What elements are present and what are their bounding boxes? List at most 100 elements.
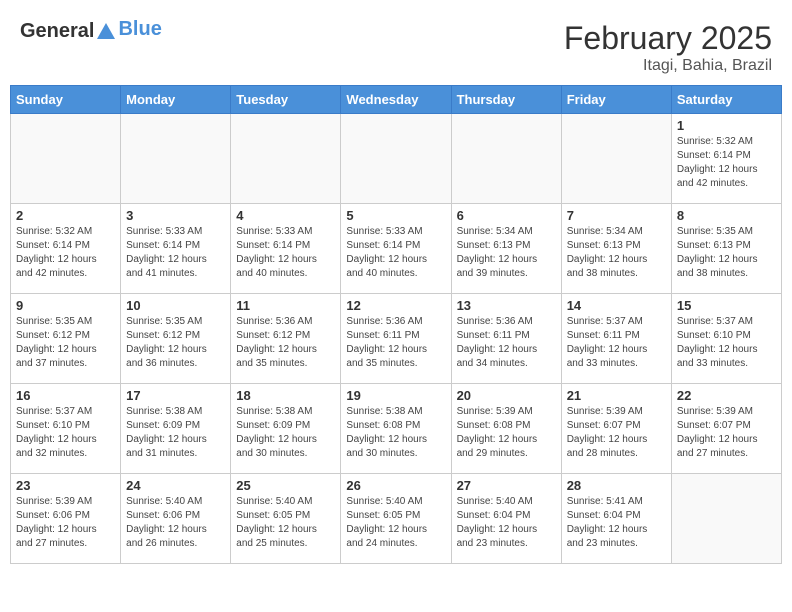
day-info: Sunrise: 5:34 AM Sunset: 6:13 PM Dayligh… <box>457 225 556 281</box>
day-info: Sunrise: 5:37 AM Sunset: 6:11 PM Dayligh… <box>567 315 666 371</box>
day-number: 17 <box>126 388 225 403</box>
calendar-cell: 16 Sunrise: 5:37 AM Sunset: 6:10 PM Dayli… <box>11 384 121 474</box>
day-number: 9 <box>16 298 115 313</box>
calendar-cell: 7 Sunrise: 5:34 AM Sunset: 6:13 PM Daylig… <box>561 204 671 294</box>
calendar-cell <box>121 114 231 204</box>
day-number: 5 <box>346 208 445 223</box>
calendar-cell: 22Sunrise: 5:39 AM Sunset: 6:07 PM Dayli… <box>671 384 781 474</box>
calendar-cell <box>231 114 341 204</box>
day-info: Sunrise: 5:36 AM Sunset: 6:12 PM Dayligh… <box>236 315 335 371</box>
logo-blue: Blue <box>118 18 161 40</box>
day-info: Sunrise: 5:35 AM Sunset: 6:12 PM Dayligh… <box>126 315 225 371</box>
day-info: Sunrise: 5:40 AM Sunset: 6:05 PM Dayligh… <box>236 495 335 551</box>
location-subtitle: Itagi, Bahia, Brazil <box>564 57 772 75</box>
day-number: 25 <box>236 478 335 493</box>
day-number: 19 <box>346 388 445 403</box>
calendar-cell: 8 Sunrise: 5:35 AM Sunset: 6:13 PM Daylig… <box>671 204 781 294</box>
calendar-week-row: 23Sunrise: 5:39 AM Sunset: 6:06 PM Dayli… <box>11 474 782 564</box>
day-info: Sunrise: 5:35 AM Sunset: 6:12 PM Dayligh… <box>16 315 115 371</box>
calendar-cell: 17 Sunrise: 5:38 AM Sunset: 6:09 PM Dayli… <box>121 384 231 474</box>
calendar-cell: 13Sunrise: 5:36 AM Sunset: 6:11 PM Dayli… <box>451 294 561 384</box>
calendar-cell: 2 Sunrise: 5:32 AM Sunset: 6:14 PM Daylig… <box>11 204 121 294</box>
calendar-cell: 4 Sunrise: 5:33 AM Sunset: 6:14 PM Daylig… <box>231 204 341 294</box>
day-number: 2 <box>16 208 115 223</box>
calendar-week-row: 1 Sunrise: 5:32 AM Sunset: 6:14 PM Daylig… <box>11 114 782 204</box>
page-header: General Blue February 2025 Itagi, Bahia,… <box>10 10 782 80</box>
day-number: 3 <box>126 208 225 223</box>
calendar-cell <box>341 114 451 204</box>
day-info: Sunrise: 5:33 AM Sunset: 6:14 PM Dayligh… <box>346 225 445 281</box>
column-header-saturday: Saturday <box>671 86 781 114</box>
day-number: 11 <box>236 298 335 313</box>
day-info: Sunrise: 5:33 AM Sunset: 6:14 PM Dayligh… <box>126 225 225 281</box>
calendar-cell: 11 Sunrise: 5:36 AM Sunset: 6:12 PM Dayli… <box>231 294 341 384</box>
calendar-cell: 3 Sunrise: 5:33 AM Sunset: 6:14 PM Daylig… <box>121 204 231 294</box>
calendar-cell: 5 Sunrise: 5:33 AM Sunset: 6:14 PM Daylig… <box>341 204 451 294</box>
calendar-cell: 18 Sunrise: 5:38 AM Sunset: 6:09 PM Dayli… <box>231 384 341 474</box>
day-number: 27 <box>457 478 556 493</box>
day-info: Sunrise: 5:34 AM Sunset: 6:13 PM Dayligh… <box>567 225 666 281</box>
column-header-wednesday: Wednesday <box>341 86 451 114</box>
calendar-cell <box>451 114 561 204</box>
day-info: Sunrise: 5:36 AM Sunset: 6:11 PM Dayligh… <box>457 315 556 371</box>
day-info: Sunrise: 5:32 AM Sunset: 6:14 PM Dayligh… <box>16 225 115 281</box>
calendar-cell: 12Sunrise: 5:36 AM Sunset: 6:11 PM Dayli… <box>341 294 451 384</box>
day-info: Sunrise: 5:39 AM Sunset: 6:07 PM Dayligh… <box>567 405 666 461</box>
day-number: 22 <box>677 388 776 403</box>
calendar-cell: 23Sunrise: 5:39 AM Sunset: 6:06 PM Dayli… <box>11 474 121 564</box>
calendar-week-row: 2 Sunrise: 5:32 AM Sunset: 6:14 PM Daylig… <box>11 204 782 294</box>
calendar-header-row: SundayMondayTuesdayWednesdayThursdayFrid… <box>11 86 782 114</box>
day-number: 20 <box>457 388 556 403</box>
day-info: Sunrise: 5:40 AM Sunset: 6:05 PM Dayligh… <box>346 495 445 551</box>
day-number: 16 <box>16 388 115 403</box>
day-info: Sunrise: 5:41 AM Sunset: 6:04 PM Dayligh… <box>567 495 666 551</box>
calendar-cell <box>671 474 781 564</box>
column-header-friday: Friday <box>561 86 671 114</box>
day-info: Sunrise: 5:38 AM Sunset: 6:08 PM Dayligh… <box>346 405 445 461</box>
day-info: Sunrise: 5:40 AM Sunset: 6:04 PM Dayligh… <box>457 495 556 551</box>
day-info: Sunrise: 5:32 AM Sunset: 6:14 PM Dayligh… <box>677 135 776 191</box>
day-number: 4 <box>236 208 335 223</box>
day-number: 18 <box>236 388 335 403</box>
calendar-cell: 27 Sunrise: 5:40 AM Sunset: 6:04 PM Dayli… <box>451 474 561 564</box>
calendar-cell: 25 Sunrise: 5:40 AM Sunset: 6:05 PM Dayli… <box>231 474 341 564</box>
day-info: Sunrise: 5:39 AM Sunset: 6:08 PM Dayligh… <box>457 405 556 461</box>
calendar-cell: 26 Sunrise: 5:40 AM Sunset: 6:05 PM Dayli… <box>341 474 451 564</box>
day-info: Sunrise: 5:33 AM Sunset: 6:14 PM Dayligh… <box>236 225 335 281</box>
column-header-thursday: Thursday <box>451 86 561 114</box>
calendar-cell: 20 Sunrise: 5:39 AM Sunset: 6:08 PM Dayli… <box>451 384 561 474</box>
calendar-week-row: 16 Sunrise: 5:37 AM Sunset: 6:10 PM Dayli… <box>11 384 782 474</box>
column-header-monday: Monday <box>121 86 231 114</box>
calendar-cell: 21 Sunrise: 5:39 AM Sunset: 6:07 PM Dayli… <box>561 384 671 474</box>
title-section: February 2025 Itagi, Bahia, Brazil <box>564 20 772 75</box>
day-number: 14 <box>567 298 666 313</box>
day-number: 8 <box>677 208 776 223</box>
day-number: 6 <box>457 208 556 223</box>
day-info: Sunrise: 5:39 AM Sunset: 6:06 PM Dayligh… <box>16 495 115 551</box>
day-number: 15 <box>677 298 776 313</box>
day-number: 26 <box>346 478 445 493</box>
calendar-cell: 14 Sunrise: 5:37 AM Sunset: 6:11 PM Dayli… <box>561 294 671 384</box>
day-number: 12 <box>346 298 445 313</box>
calendar-cell: 6 Sunrise: 5:34 AM Sunset: 6:13 PM Daylig… <box>451 204 561 294</box>
month-year-title: February 2025 <box>564 20 772 57</box>
day-number: 7 <box>567 208 666 223</box>
column-header-tuesday: Tuesday <box>231 86 341 114</box>
calendar-table: SundayMondayTuesdayWednesdayThursdayFrid… <box>10 85 782 564</box>
day-info: Sunrise: 5:40 AM Sunset: 6:06 PM Dayligh… <box>126 495 225 551</box>
day-info: Sunrise: 5:37 AM Sunset: 6:10 PM Dayligh… <box>677 315 776 371</box>
calendar-cell: 19 Sunrise: 5:38 AM Sunset: 6:08 PM Dayli… <box>341 384 451 474</box>
day-info: Sunrise: 5:38 AM Sunset: 6:09 PM Dayligh… <box>126 405 225 461</box>
column-header-sunday: Sunday <box>11 86 121 114</box>
calendar-cell: 15 Sunrise: 5:37 AM Sunset: 6:10 PM Dayli… <box>671 294 781 384</box>
day-info: Sunrise: 5:37 AM Sunset: 6:10 PM Dayligh… <box>16 405 115 461</box>
calendar-cell: 24Sunrise: 5:40 AM Sunset: 6:06 PM Dayli… <box>121 474 231 564</box>
day-info: Sunrise: 5:38 AM Sunset: 6:09 PM Dayligh… <box>236 405 335 461</box>
calendar-cell <box>561 114 671 204</box>
day-info: Sunrise: 5:35 AM Sunset: 6:13 PM Dayligh… <box>677 225 776 281</box>
day-number: 1 <box>677 118 776 133</box>
calendar-cell: 1 Sunrise: 5:32 AM Sunset: 6:14 PM Daylig… <box>671 114 781 204</box>
logo: General Blue <box>20 20 162 43</box>
calendar-cell: 10Sunrise: 5:35 AM Sunset: 6:12 PM Dayli… <box>121 294 231 384</box>
day-number: 21 <box>567 388 666 403</box>
